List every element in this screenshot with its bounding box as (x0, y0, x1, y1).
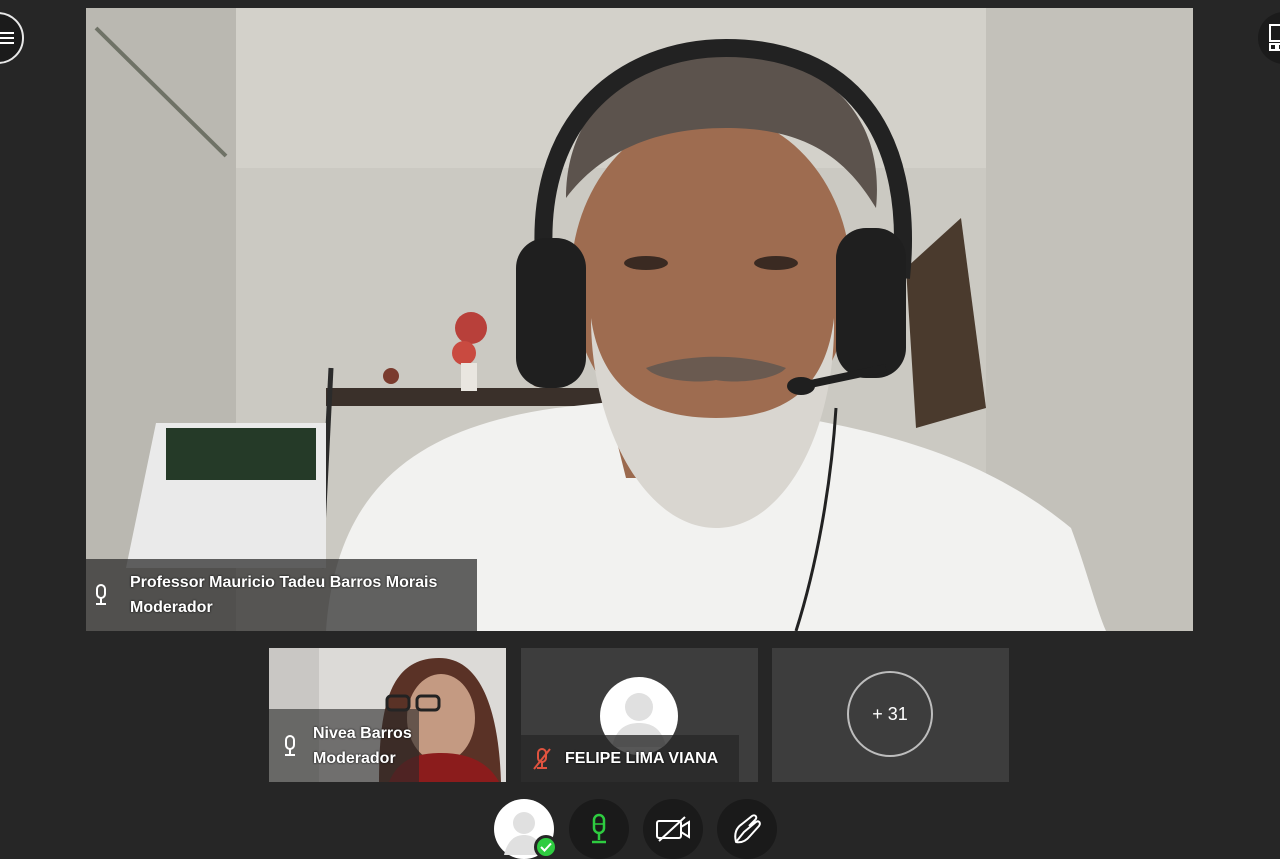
more-participants-count[interactable]: + 31 (847, 671, 933, 757)
main-speaker-name: Professor Mauricio Tadeu Barros Morais (130, 574, 438, 591)
raise-hand-icon (734, 814, 761, 844)
microphone-icon (96, 584, 106, 605)
microphone-icon (592, 813, 606, 844)
participant-tile-felipe[interactable]: FELIPE LIMA VIANA (521, 648, 758, 782)
main-video-feed (86, 8, 1193, 631)
online-status-badge (534, 835, 558, 859)
participant-label-nivea: Nivea Barros Moderador (269, 709, 419, 782)
main-video[interactable]: Professor Mauricio Tadeu Barros Morais M… (86, 8, 1193, 631)
microphone-icon (285, 734, 295, 756)
raise-hand-button[interactable] (717, 799, 777, 859)
menu-icon (0, 32, 14, 44)
microphone-button[interactable] (569, 799, 629, 859)
check-icon (540, 842, 552, 852)
participant-role: Moderador (313, 749, 396, 767)
main-speaker-label: Professor Mauricio Tadeu Barros Morais M… (86, 559, 477, 631)
participant-tile-nivea[interactable]: Nivea Barros Moderador (269, 648, 506, 782)
participant-name: FELIPE LIMA VIANA (565, 750, 719, 767)
main-speaker-role: Moderador (130, 599, 213, 616)
camera-button[interactable] (643, 799, 703, 859)
more-participants-tile[interactable]: + 31 (772, 648, 1009, 782)
menu-button[interactable] (0, 12, 24, 64)
camera-off-icon (656, 816, 690, 842)
self-avatar-button[interactable] (494, 799, 558, 859)
participant-name: Nivea Barros (313, 724, 412, 742)
layout-icon (1269, 24, 1280, 51)
participant-label-felipe: FELIPE LIMA VIANA (521, 735, 739, 782)
layout-button[interactable] (1258, 12, 1280, 64)
microphone-muted-icon (533, 747, 551, 770)
